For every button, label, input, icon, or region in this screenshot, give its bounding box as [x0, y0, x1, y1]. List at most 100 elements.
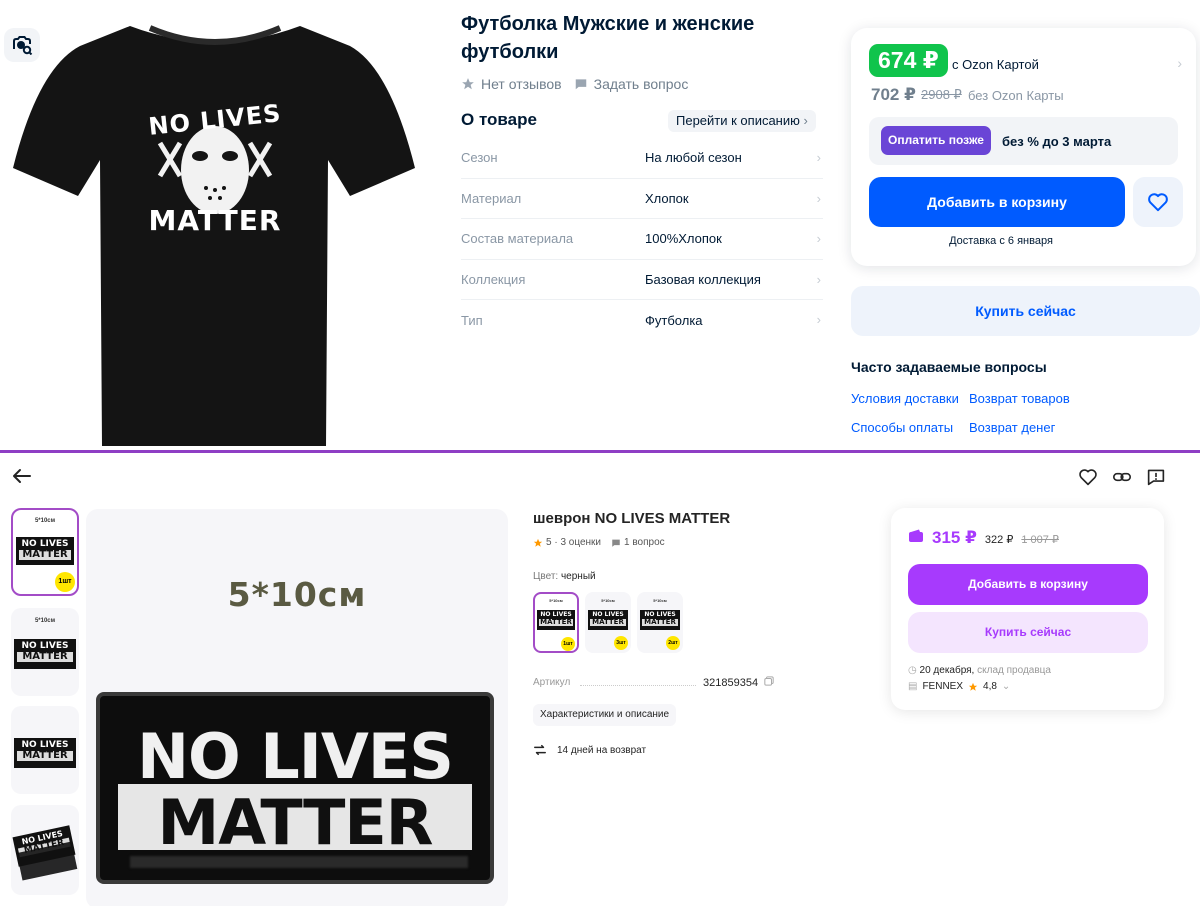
patch-thumb: NO LIVES MATTER	[640, 610, 680, 630]
patch-thumb: NO LIVES MATTER	[537, 610, 575, 630]
faq-link-payment[interactable]: Способы оплаты	[851, 420, 953, 435]
patch-thumb: NO LIVES MATTER	[16, 537, 74, 565]
patch-thumb-line2: MATTER	[17, 751, 73, 761]
rating-link[interactable]: 5 · 3 оценки	[533, 537, 601, 548]
goto-description-button[interactable]: Перейти к описанию ›	[668, 110, 816, 132]
faq-link-returns[interactable]: Возврат товаров	[969, 391, 1070, 406]
chat-icon	[612, 539, 620, 547]
patch-thumb-line2: MATTER	[539, 618, 573, 626]
thumbnail-3[interactable]: NO LIVES MATTER	[11, 706, 79, 794]
chevron-right-icon: ›	[816, 150, 821, 165]
faq-heading: Часто задаваемые вопросы	[851, 359, 1047, 375]
patch-blurred-text	[130, 856, 468, 868]
store-icon: ▤	[908, 681, 918, 692]
spec-row[interactable]: Тип Футболка ›	[461, 300, 823, 341]
star-icon	[462, 78, 474, 90]
ozon-product-page: NO LIVES MATTER Футболка Мужские и женск…	[0, 0, 1200, 450]
thumbnail-2[interactable]: 5*10см NO LIVES MATTER	[11, 608, 79, 696]
delivery-info: Доставка с 6 января	[949, 235, 1053, 247]
patch-thumb-line1: NO LIVES	[21, 740, 69, 750]
rating-row: 5 · 3 оценки 1 вопрос	[533, 537, 665, 548]
product-meta: Нет отзывов Задать вопрос	[461, 76, 688, 92]
thumbnail-1[interactable]: 5*10см NO LIVES MATTER 1шт	[11, 508, 79, 596]
spec-row[interactable]: Сезон На любой сезон ›	[461, 138, 823, 179]
star-icon	[968, 682, 978, 691]
variant-1[interactable]: 5*10см NO LIVES MATTER 1шт	[533, 592, 579, 653]
patch-thumb-line2: MATTER	[590, 619, 626, 626]
chat-icon	[575, 79, 586, 90]
old-price: 1 007 ₽	[1021, 534, 1059, 546]
faq-link-delivery[interactable]: Условия доставки	[851, 391, 959, 406]
buy-now-button[interactable]: Купить сейчас	[908, 612, 1148, 653]
faq-link-refund[interactable]: Возврат денег	[969, 420, 1055, 435]
header-actions	[1078, 468, 1166, 491]
price-card: 315 ₽ 322 ₽ 1 007 ₽ Добавить в корзину К…	[891, 508, 1164, 710]
copy-icon[interactable]	[764, 676, 774, 686]
seller-link[interactable]: ▤ FENNEX 4,8 ⌄	[908, 681, 1010, 692]
old-price: 2908 ₽	[921, 87, 962, 102]
variant-2[interactable]: 5*10см NO LIVES MATTER 3шт	[585, 592, 631, 653]
regular-price-note: без Ozon Карты	[968, 88, 1064, 103]
patch-thumb-line2: MATTER	[642, 619, 678, 626]
ozon-card-note: с Ozon Картой	[952, 57, 1039, 72]
thumb-size-label: 5*10см	[34, 518, 56, 524]
variant-size-label: 5*10см	[601, 598, 615, 603]
heart-icon	[1148, 193, 1168, 212]
add-to-cart-button[interactable]: Добавить в корзину	[908, 564, 1148, 605]
qty-badge: 3шт	[614, 636, 628, 650]
price-row: 315 ₽ 322 ₽ 1 007 ₽	[908, 528, 1059, 548]
article-leader	[580, 685, 696, 686]
product-title: Футболка Мужские и женские футболки	[461, 13, 755, 63]
chevron-right-icon: ›	[816, 190, 821, 206]
questions-link[interactable]: 1 вопрос	[611, 537, 665, 548]
star-icon	[533, 538, 543, 547]
product-title: шеврон NO LIVES MATTER	[533, 510, 731, 527]
chevron-right-icon[interactable]: ›	[1177, 55, 1182, 71]
favorite-button[interactable]	[1133, 177, 1183, 227]
back-button[interactable]	[12, 468, 32, 489]
delivery-icon: ◷	[908, 665, 917, 676]
report-button[interactable]	[1146, 468, 1166, 491]
patch-thumb-line2: MATTER	[19, 550, 71, 560]
report-icon	[1147, 469, 1165, 486]
thumbnail-4[interactable]: NO LIVES MATTER	[11, 805, 79, 895]
tshirt-print-bottom: MATTER	[148, 204, 282, 237]
pay-later-box[interactable]: Оплатить позже без % до 3 марта	[869, 117, 1178, 165]
variant-size-label: 5*10см	[653, 598, 667, 603]
article-value[interactable]: 321859354	[703, 676, 774, 689]
patch-thumb-line2: MATTER	[17, 652, 73, 662]
spec-row[interactable]: Состав материала 100%Хлопок ›	[461, 219, 823, 260]
main-product-image[interactable]: 5*10см NO LIVES MATTER	[86, 509, 508, 906]
buy-now-button[interactable]: Купить сейчас	[851, 286, 1200, 336]
tshirt-image[interactable]: NO LIVES MATTER	[10, 18, 420, 448]
spec-row[interactable]: Материал Хлопок ›	[461, 179, 823, 219]
favorite-button[interactable]	[1078, 468, 1098, 491]
ask-question-link[interactable]: Задать вопрос	[574, 76, 688, 92]
color-label: Цвет: черный	[533, 571, 596, 582]
spec-row[interactable]: Коллекция Базовая коллекция ›	[461, 260, 823, 300]
add-to-cart-button[interactable]: Добавить в корзину	[869, 177, 1125, 227]
patch-line1: NO LIVES	[137, 720, 454, 793]
regular-price: 322 ₽	[984, 534, 1014, 546]
variant-3[interactable]: 5*10см NO LIVES MATTER 2шт	[637, 592, 683, 653]
chevron-right-icon: ›	[803, 113, 808, 128]
price-card: 674 ₽ с Ozon Картой › 702 ₽ 2908 ₽ без O…	[851, 28, 1196, 266]
chevron-right-icon: ›	[816, 271, 821, 287]
characteristics-button[interactable]: Характеристики и описание	[533, 704, 677, 726]
patch-thumb: NO LIVES MATTER	[14, 738, 76, 768]
article-label: Артикул	[533, 677, 571, 688]
qty-badge: 2шт	[666, 636, 680, 650]
share-link-button[interactable]	[1112, 468, 1132, 491]
reviews-link[interactable]: Нет отзывов	[461, 76, 562, 92]
wallet-price: 315 ₽	[932, 528, 977, 547]
pay-later-note: без % до 3 марта	[1002, 134, 1112, 149]
pay-later-button[interactable]: Оплатить позже	[881, 126, 991, 155]
patch-thumb: NO LIVES MATTER	[14, 639, 76, 669]
heart-icon	[1079, 469, 1097, 486]
patch-thumb-line1: NO LIVES	[21, 539, 69, 549]
spec-list: Сезон На любой сезон › Материал Хлопок ›…	[461, 138, 823, 341]
patch-thumb: NO LIVES MATTER	[588, 610, 628, 630]
regular-price: 702 ₽	[871, 85, 916, 104]
image-size-label: 5*10см	[227, 575, 367, 614]
ozon-card-price[interactable]: 674 ₽	[869, 44, 948, 77]
